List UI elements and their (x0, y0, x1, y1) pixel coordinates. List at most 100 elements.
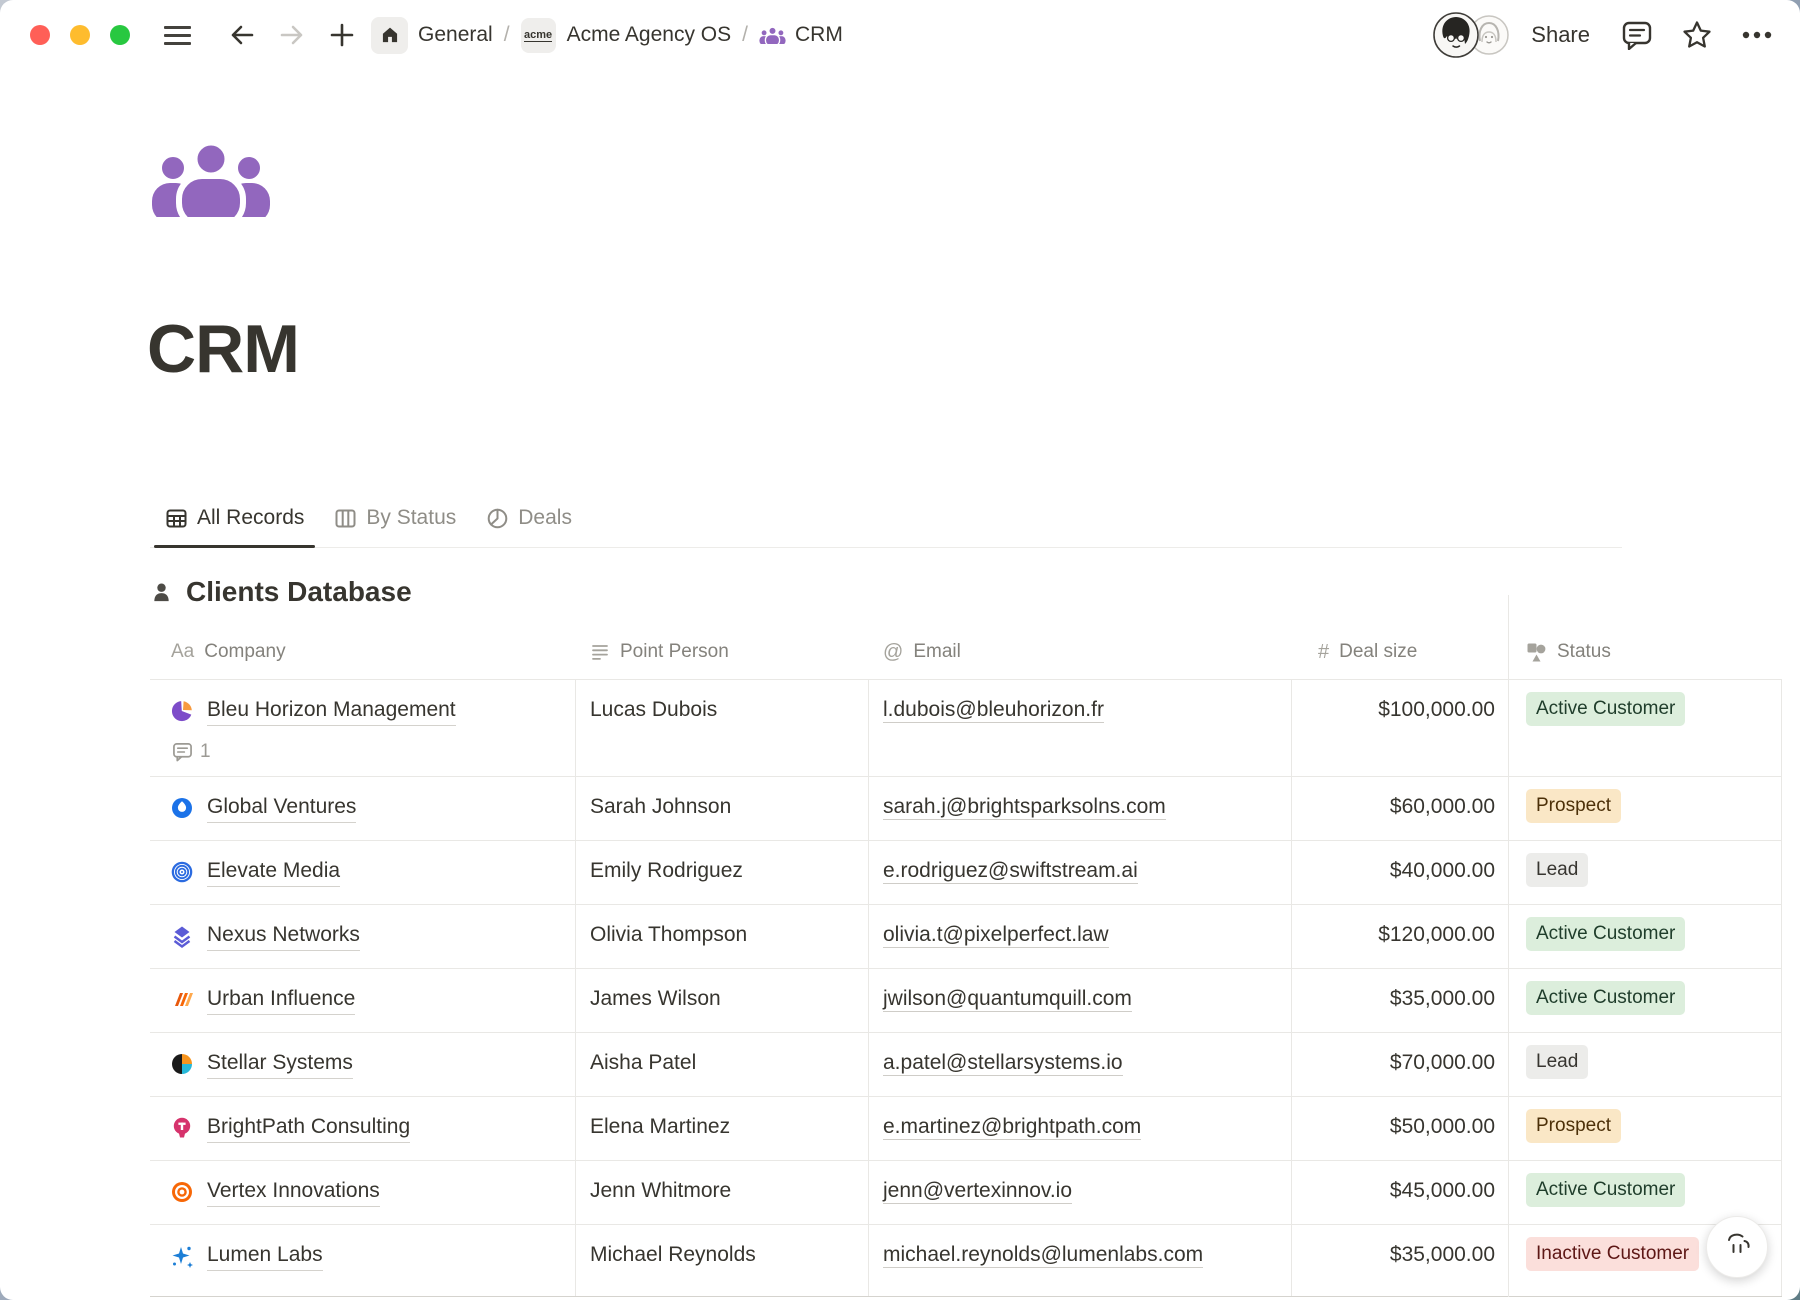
deal-size-cell[interactable]: $50,000.00 (1292, 1097, 1508, 1160)
new-tab-button[interactable] (327, 20, 357, 50)
column-header-point-person[interactable]: Point Person (576, 641, 869, 663)
ai-assistant-button[interactable] (1706, 1216, 1768, 1278)
table-row[interactable]: BrightPath Consulting Elena Martinez e.m… (150, 1097, 1782, 1161)
breadcrumb-workspace[interactable]: Acme Agency OS (567, 23, 732, 47)
workspace-logo-icon[interactable]: acme (521, 18, 556, 53)
company-cell[interactable]: Global Ventures (150, 777, 576, 840)
company-link[interactable]: Global Ventures (207, 793, 356, 823)
deal-size-cell[interactable]: $40,000.00 (1292, 841, 1508, 904)
email-cell[interactable]: jwilson@quantumquill.com (869, 969, 1292, 1032)
email-cell[interactable]: sarah.j@brightsparksolns.com (869, 777, 1292, 840)
tab-deals[interactable]: Deals (471, 489, 587, 547)
deal-size-cell[interactable]: $100,000.00 (1292, 680, 1508, 776)
tab-all-records[interactable]: All Records (150, 489, 319, 547)
email-link[interactable]: a.patel@stellarsystems.io (883, 1051, 1123, 1076)
email-cell[interactable]: michael.reynolds@lumenlabs.com (869, 1225, 1292, 1296)
deal-size-cell[interactable]: $35,000.00 (1292, 969, 1508, 1032)
table-row[interactable]: Nexus Networks Olivia Thompson olivia.t@… (150, 905, 1782, 969)
email-link[interactable]: michael.reynolds@lumenlabs.com (883, 1243, 1203, 1268)
company-cell[interactable]: BrightPath Consulting (150, 1097, 576, 1160)
status-badge[interactable]: Prospect (1526, 789, 1621, 823)
table-row[interactable]: Vertex Innovations Jenn Whitmore jenn@ve… (150, 1161, 1782, 1225)
breadcrumb-page[interactable]: CRM (759, 23, 843, 47)
point-person-cell[interactable]: Lucas Dubois (576, 680, 869, 776)
status-badge[interactable]: Lead (1526, 853, 1588, 887)
table-row[interactable]: Lumen Labs Michael Reynolds michael.reyn… (150, 1225, 1782, 1297)
company-link[interactable]: Elevate Media (207, 857, 340, 887)
point-person-cell[interactable]: Emily Rodriguez (576, 841, 869, 904)
point-person-cell[interactable]: Aisha Patel (576, 1033, 869, 1096)
breadcrumb-root[interactable]: General (418, 23, 493, 47)
close-window-button[interactable] (30, 25, 50, 45)
point-person-cell[interactable]: Sarah Johnson (576, 777, 869, 840)
company-link[interactable]: Stellar Systems (207, 1049, 353, 1079)
more-options-button[interactable] (1740, 18, 1774, 52)
status-cell[interactable]: Prospect (1508, 777, 1782, 840)
status-badge[interactable]: Active Customer (1526, 692, 1685, 726)
point-person-cell[interactable]: Jenn Whitmore (576, 1161, 869, 1224)
company-cell[interactable]: Urban Influence (150, 969, 576, 1032)
company-cell[interactable]: Lumen Labs (150, 1225, 576, 1296)
favorite-button[interactable] (1680, 18, 1714, 52)
comment-count-row[interactable]: 1 (172, 738, 563, 766)
status-badge[interactable]: Active Customer (1526, 917, 1685, 951)
email-cell[interactable]: e.rodriguez@swiftstream.ai (869, 841, 1292, 904)
status-badge[interactable]: Active Customer (1526, 981, 1685, 1015)
column-header-deal-size[interactable]: # Deal size (1292, 641, 1508, 663)
tab-by-status[interactable]: By Status (319, 489, 471, 547)
status-badge[interactable]: Lead (1526, 1045, 1588, 1079)
minimize-window-button[interactable] (70, 25, 90, 45)
status-cell[interactable]: Active Customer (1508, 969, 1782, 1032)
email-link[interactable]: e.martinez@brightpath.com (883, 1115, 1141, 1140)
deal-size-cell[interactable]: $35,000.00 (1292, 1225, 1508, 1296)
status-badge[interactable]: Active Customer (1526, 1173, 1685, 1207)
email-cell[interactable]: a.patel@stellarsystems.io (869, 1033, 1292, 1096)
point-person-cell[interactable]: Michael Reynolds (576, 1225, 869, 1296)
company-link[interactable]: Nexus Networks (207, 921, 360, 951)
company-link[interactable]: BrightPath Consulting (207, 1113, 410, 1143)
email-link[interactable]: e.rodriguez@swiftstream.ai (883, 859, 1138, 884)
point-person-cell[interactable]: Elena Martinez (576, 1097, 869, 1160)
comments-button[interactable] (1620, 18, 1654, 52)
email-cell[interactable]: jenn@vertexinnov.io (869, 1161, 1292, 1224)
company-cell[interactable]: Stellar Systems (150, 1033, 576, 1096)
deal-size-cell[interactable]: $60,000.00 (1292, 777, 1508, 840)
database-title[interactable]: Clients Database (186, 574, 412, 610)
company-link[interactable]: Vertex Innovations (207, 1177, 380, 1207)
company-cell[interactable]: Elevate Media (150, 841, 576, 904)
email-cell[interactable]: e.martinez@brightpath.com (869, 1097, 1292, 1160)
column-header-company[interactable]: Aa Company (150, 641, 576, 663)
column-header-status[interactable]: Status (1508, 641, 1782, 663)
status-cell[interactable]: Active Customer (1508, 1161, 1782, 1224)
point-person-cell[interactable]: Olivia Thompson (576, 905, 869, 968)
column-header-email[interactable]: @ Email (869, 641, 1292, 663)
company-cell[interactable]: Nexus Networks (150, 905, 576, 968)
deal-size-cell[interactable]: $120,000.00 (1292, 905, 1508, 968)
company-link[interactable]: Lumen Labs (207, 1241, 323, 1271)
table-row[interactable]: Elevate Media Emily Rodriguez e.rodrigue… (150, 841, 1782, 905)
status-cell[interactable]: Active Customer (1508, 680, 1782, 776)
company-cell[interactable]: Vertex Innovations (150, 1161, 576, 1224)
share-button[interactable]: Share (1531, 22, 1590, 48)
status-badge[interactable]: Inactive Customer (1526, 1237, 1699, 1271)
status-cell[interactable]: Lead (1508, 841, 1782, 904)
page-icon[interactable] (150, 143, 272, 217)
email-link[interactable]: olivia.t@pixelperfect.law (883, 923, 1109, 948)
company-link[interactable]: Bleu Horizon Management (207, 696, 456, 726)
status-badge[interactable]: Prospect (1526, 1109, 1621, 1143)
email-cell[interactable]: l.dubois@bleuhorizon.fr (869, 680, 1292, 776)
email-cell[interactable]: olivia.t@pixelperfect.law (869, 905, 1292, 968)
table-row[interactable]: Bleu Horizon Management 1 Lucas Dubois l… (150, 680, 1782, 777)
forward-button[interactable] (277, 20, 307, 50)
deal-size-cell[interactable]: $45,000.00 (1292, 1161, 1508, 1224)
avatar[interactable] (1433, 12, 1479, 58)
table-row[interactable]: Urban Influence James Wilson jwilson@qua… (150, 969, 1782, 1033)
back-button[interactable] (227, 20, 257, 50)
deal-size-cell[interactable]: $70,000.00 (1292, 1033, 1508, 1096)
sidebar-toggle-icon[interactable] (164, 26, 191, 45)
status-cell[interactable]: Lead (1508, 1033, 1782, 1096)
company-link[interactable]: Urban Influence (207, 985, 355, 1015)
company-cell[interactable]: Bleu Horizon Management 1 (150, 680, 576, 776)
zoom-window-button[interactable] (110, 25, 130, 45)
email-link[interactable]: jenn@vertexinnov.io (883, 1179, 1072, 1204)
